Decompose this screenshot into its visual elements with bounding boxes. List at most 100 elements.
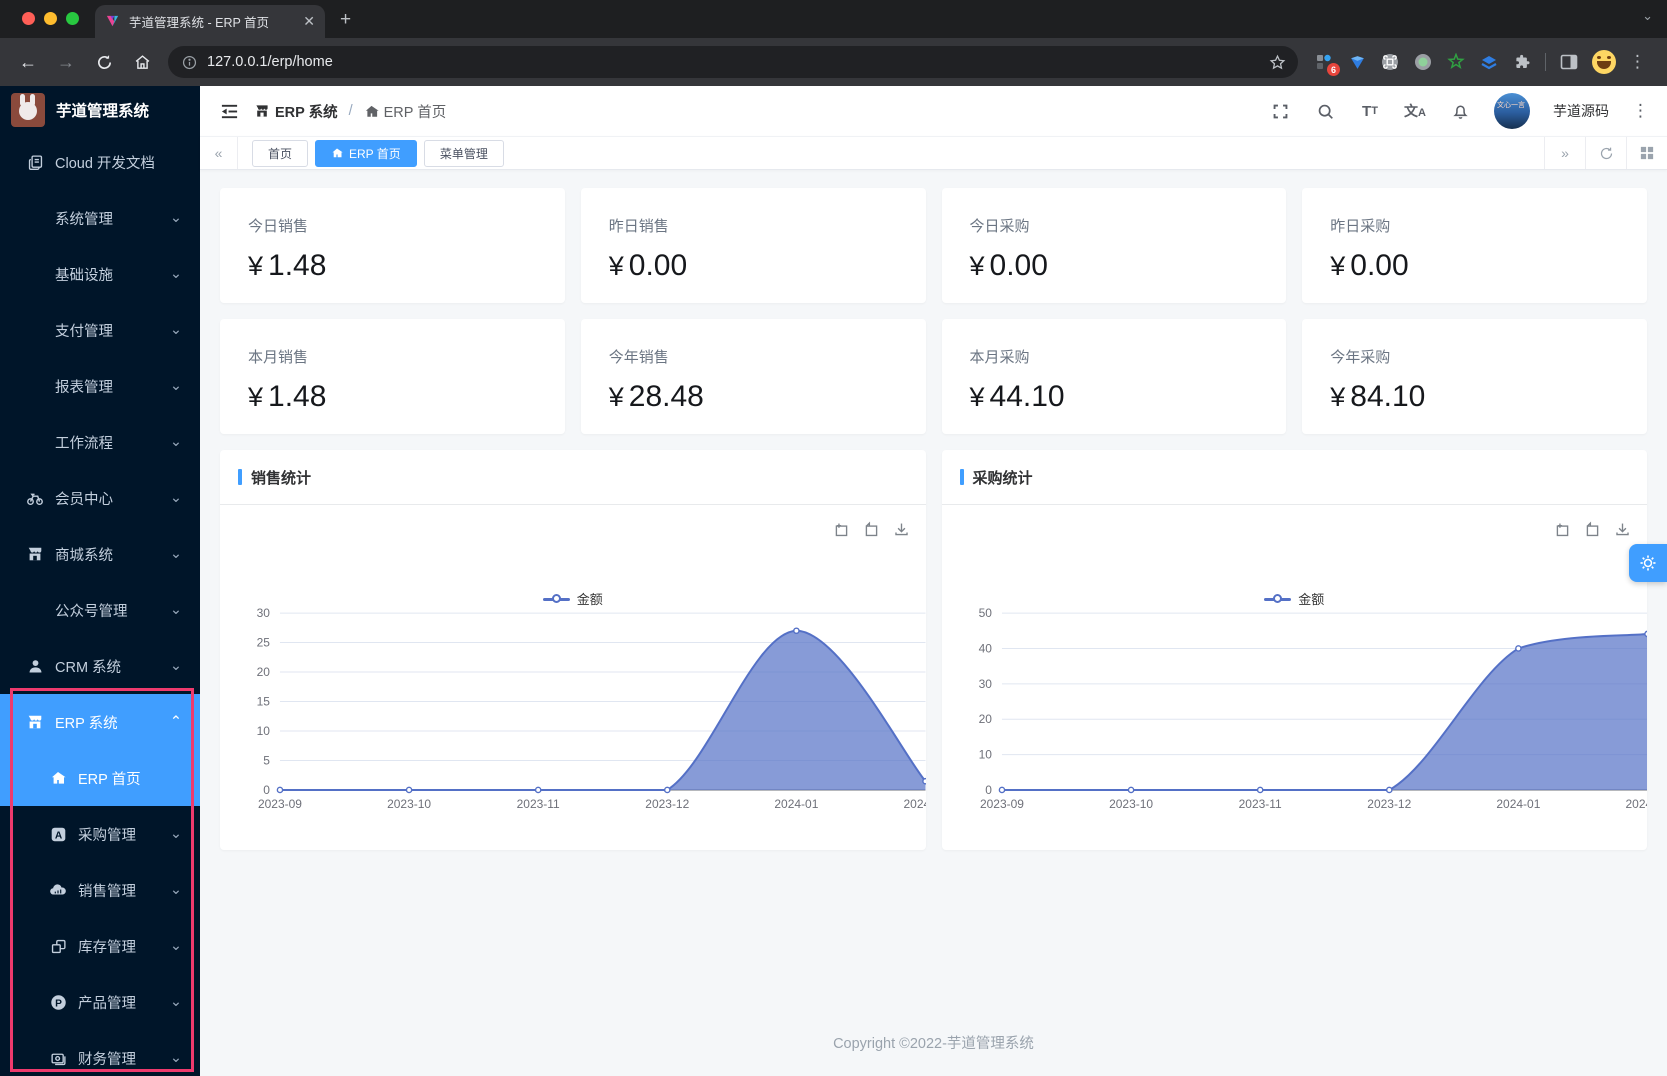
extension-command-icon[interactable]: [1380, 52, 1400, 72]
extension-layers-icon[interactable]: [1479, 52, 1499, 72]
tab-close-icon[interactable]: ✕: [303, 13, 315, 30]
stat-card-today-sales: 今日销售 ¥1.48: [220, 188, 565, 303]
chart-legend[interactable]: 金额: [543, 589, 603, 608]
shop-icon: [25, 712, 45, 732]
sidebar-item-official-account[interactable]: 公众号管理 ⌄: [0, 582, 200, 638]
minimize-window-button[interactable]: [44, 12, 57, 25]
tag-bar: « 首页 ERP 首页 菜单管理 »: [200, 136, 1667, 170]
sidebar-item-crm[interactable]: CRM 系统 ⌄: [0, 638, 200, 694]
chart-legend[interactable]: 金额: [1264, 589, 1324, 608]
close-window-button[interactable]: [22, 12, 35, 25]
sidebar-item-label: ERP 系统: [55, 712, 118, 733]
notification-bell-icon[interactable]: [1449, 100, 1471, 122]
sidebar-item-sales[interactable]: 销售管理 ⌄: [0, 862, 200, 918]
svg-text:15: 15: [257, 695, 271, 709]
language-icon[interactable]: 文A: [1404, 100, 1426, 122]
url-text[interactable]: 127.0.0.1/erp/home: [207, 54, 1259, 70]
back-button[interactable]: ←: [16, 50, 40, 74]
sidebar-item-system[interactable]: 系统管理 ⌄: [0, 190, 200, 246]
window-chevron-down-icon[interactable]: ⌄: [1642, 8, 1653, 24]
sidebar-item-label: CRM 系统: [55, 656, 121, 677]
data-zoom-icon[interactable]: [1554, 521, 1571, 538]
sidebar-item-workflow[interactable]: 工作流程 ⌄: [0, 414, 200, 470]
breadcrumb-item-erp[interactable]: ERP 系统: [254, 101, 338, 122]
sales-area-chart[interactable]: 0510152025302023-092023-102023-112023-12…: [234, 601, 926, 816]
browser-tab[interactable]: 芋道管理系统 - ERP 首页 ✕: [95, 5, 325, 38]
tag-home[interactable]: 首页: [252, 140, 308, 167]
purchase-area-chart[interactable]: 010203040502023-092023-102023-112023-122…: [956, 601, 1648, 816]
home-button[interactable]: [130, 50, 154, 74]
site-info-icon[interactable]: [182, 55, 197, 70]
extension-grid-icon[interactable]: 6: [1314, 52, 1334, 72]
sidebar-item-label: ERP 首页: [78, 768, 141, 789]
sidebar-item-label: 报表管理: [55, 376, 113, 397]
sidebar-item-payment[interactable]: 支付管理 ⌄: [0, 302, 200, 358]
sidebar-item-product[interactable]: P 产品管理 ⌄: [0, 974, 200, 1030]
sidebar-item-label: Cloud 开发文档: [55, 152, 155, 173]
sidebar-item-label: 会员中心: [55, 488, 113, 509]
extensions-puzzle-icon[interactable]: [1512, 52, 1532, 72]
sidebar-item-erp-home[interactable]: ERP 首页: [0, 750, 200, 806]
copyright-footer: Copyright ©2022-芋道管理系统: [220, 1032, 1647, 1053]
restore-icon[interactable]: [1584, 521, 1601, 538]
svg-text:2023-09: 2023-09: [979, 797, 1023, 811]
sidebar-item-purchase[interactable]: A 采购管理 ⌄: [0, 806, 200, 862]
fullscreen-icon[interactable]: [1269, 100, 1291, 122]
download-icon[interactable]: [893, 521, 910, 538]
sidebar-item-inventory[interactable]: 库存管理 ⌄: [0, 918, 200, 974]
sidebar-item-label: 销售管理: [78, 880, 136, 901]
sidebar-item-finance[interactable]: 财务管理 ⌄: [0, 1030, 200, 1076]
user-avatar[interactable]: [1494, 93, 1530, 129]
forward-button[interactable]: →: [54, 50, 78, 74]
restore-icon[interactable]: [863, 521, 880, 538]
home-icon: [331, 147, 343, 159]
header-menu-icon[interactable]: ⋮: [1632, 101, 1649, 121]
tags-scroll-left-icon[interactable]: «: [200, 137, 238, 169]
tags-scroll-right-icon[interactable]: »: [1544, 137, 1585, 169]
address-bar[interactable]: 127.0.0.1/erp/home: [168, 46, 1298, 78]
sidebar-item-mall[interactable]: 商城系统 ⌄: [0, 526, 200, 582]
reload-button[interactable]: [92, 50, 116, 74]
app-title: 芋道管理系统: [56, 99, 149, 121]
extension-star-icon[interactable]: [1446, 52, 1466, 72]
breadcrumb-item-erp-home[interactable]: ERP 首页: [364, 101, 447, 122]
browser-profile-avatar[interactable]: [1592, 50, 1616, 74]
title-accent-bar: [238, 469, 242, 485]
stat-card-year-purchase: 今年采购 ¥84.10: [1302, 319, 1647, 434]
chevron-down-icon: ⌄: [170, 602, 182, 618]
sidebar-item-report[interactable]: 报表管理 ⌄: [0, 358, 200, 414]
sidebar-item-erp[interactable]: ERP 系统 ⌃: [0, 694, 200, 750]
search-icon[interactable]: [1314, 100, 1336, 122]
download-icon[interactable]: [1614, 521, 1631, 538]
sidebar-item-label: 公众号管理: [55, 600, 128, 621]
tag-menu-management[interactable]: 菜单管理: [424, 140, 504, 167]
breadcrumb-separator: /: [349, 103, 353, 119]
svg-text:2024-01: 2024-01: [774, 797, 818, 811]
bookmark-star-icon[interactable]: [1269, 54, 1286, 71]
data-zoom-icon[interactable]: [833, 521, 850, 538]
font-size-icon[interactable]: TT: [1359, 100, 1381, 122]
sidebar-item-cloud-docs[interactable]: Cloud 开发文档: [0, 134, 200, 190]
theme-settings-button[interactable]: [1629, 544, 1667, 582]
browser-menu-icon[interactable]: ⋮: [1629, 52, 1646, 72]
sidebar-item-infra[interactable]: 基础设施 ⌄: [0, 246, 200, 302]
sidebar-item-member[interactable]: 会员中心 ⌄: [0, 470, 200, 526]
layout-grid-icon[interactable]: [1626, 137, 1667, 169]
extension-gem-icon[interactable]: [1347, 52, 1367, 72]
breadcrumb: ERP 系统 / ERP 首页: [254, 101, 446, 122]
new-tab-button[interactable]: +: [340, 9, 351, 31]
side-panel-icon[interactable]: [1559, 52, 1579, 72]
tag-erp-home[interactable]: ERP 首页: [315, 140, 417, 167]
extension-record-icon[interactable]: [1413, 52, 1433, 72]
stat-label: 昨日采购: [1330, 215, 1619, 236]
chevron-down-icon: ⌄: [170, 210, 182, 226]
collapse-sidebar-icon[interactable]: [218, 100, 240, 122]
refresh-page-icon[interactable]: [1585, 137, 1626, 169]
extension-badge: 6: [1327, 63, 1340, 76]
stat-card-today-purchase: 今日采购 ¥0.00: [942, 188, 1287, 303]
maximize-window-button[interactable]: [66, 12, 79, 25]
stat-label: 昨日销售: [609, 215, 898, 236]
main-area: ERP 系统 / ERP 首页 TT 文A: [200, 86, 1667, 1076]
traffic-lights[interactable]: [22, 12, 79, 25]
app-logo[interactable]: 芋道管理系统: [0, 86, 200, 134]
